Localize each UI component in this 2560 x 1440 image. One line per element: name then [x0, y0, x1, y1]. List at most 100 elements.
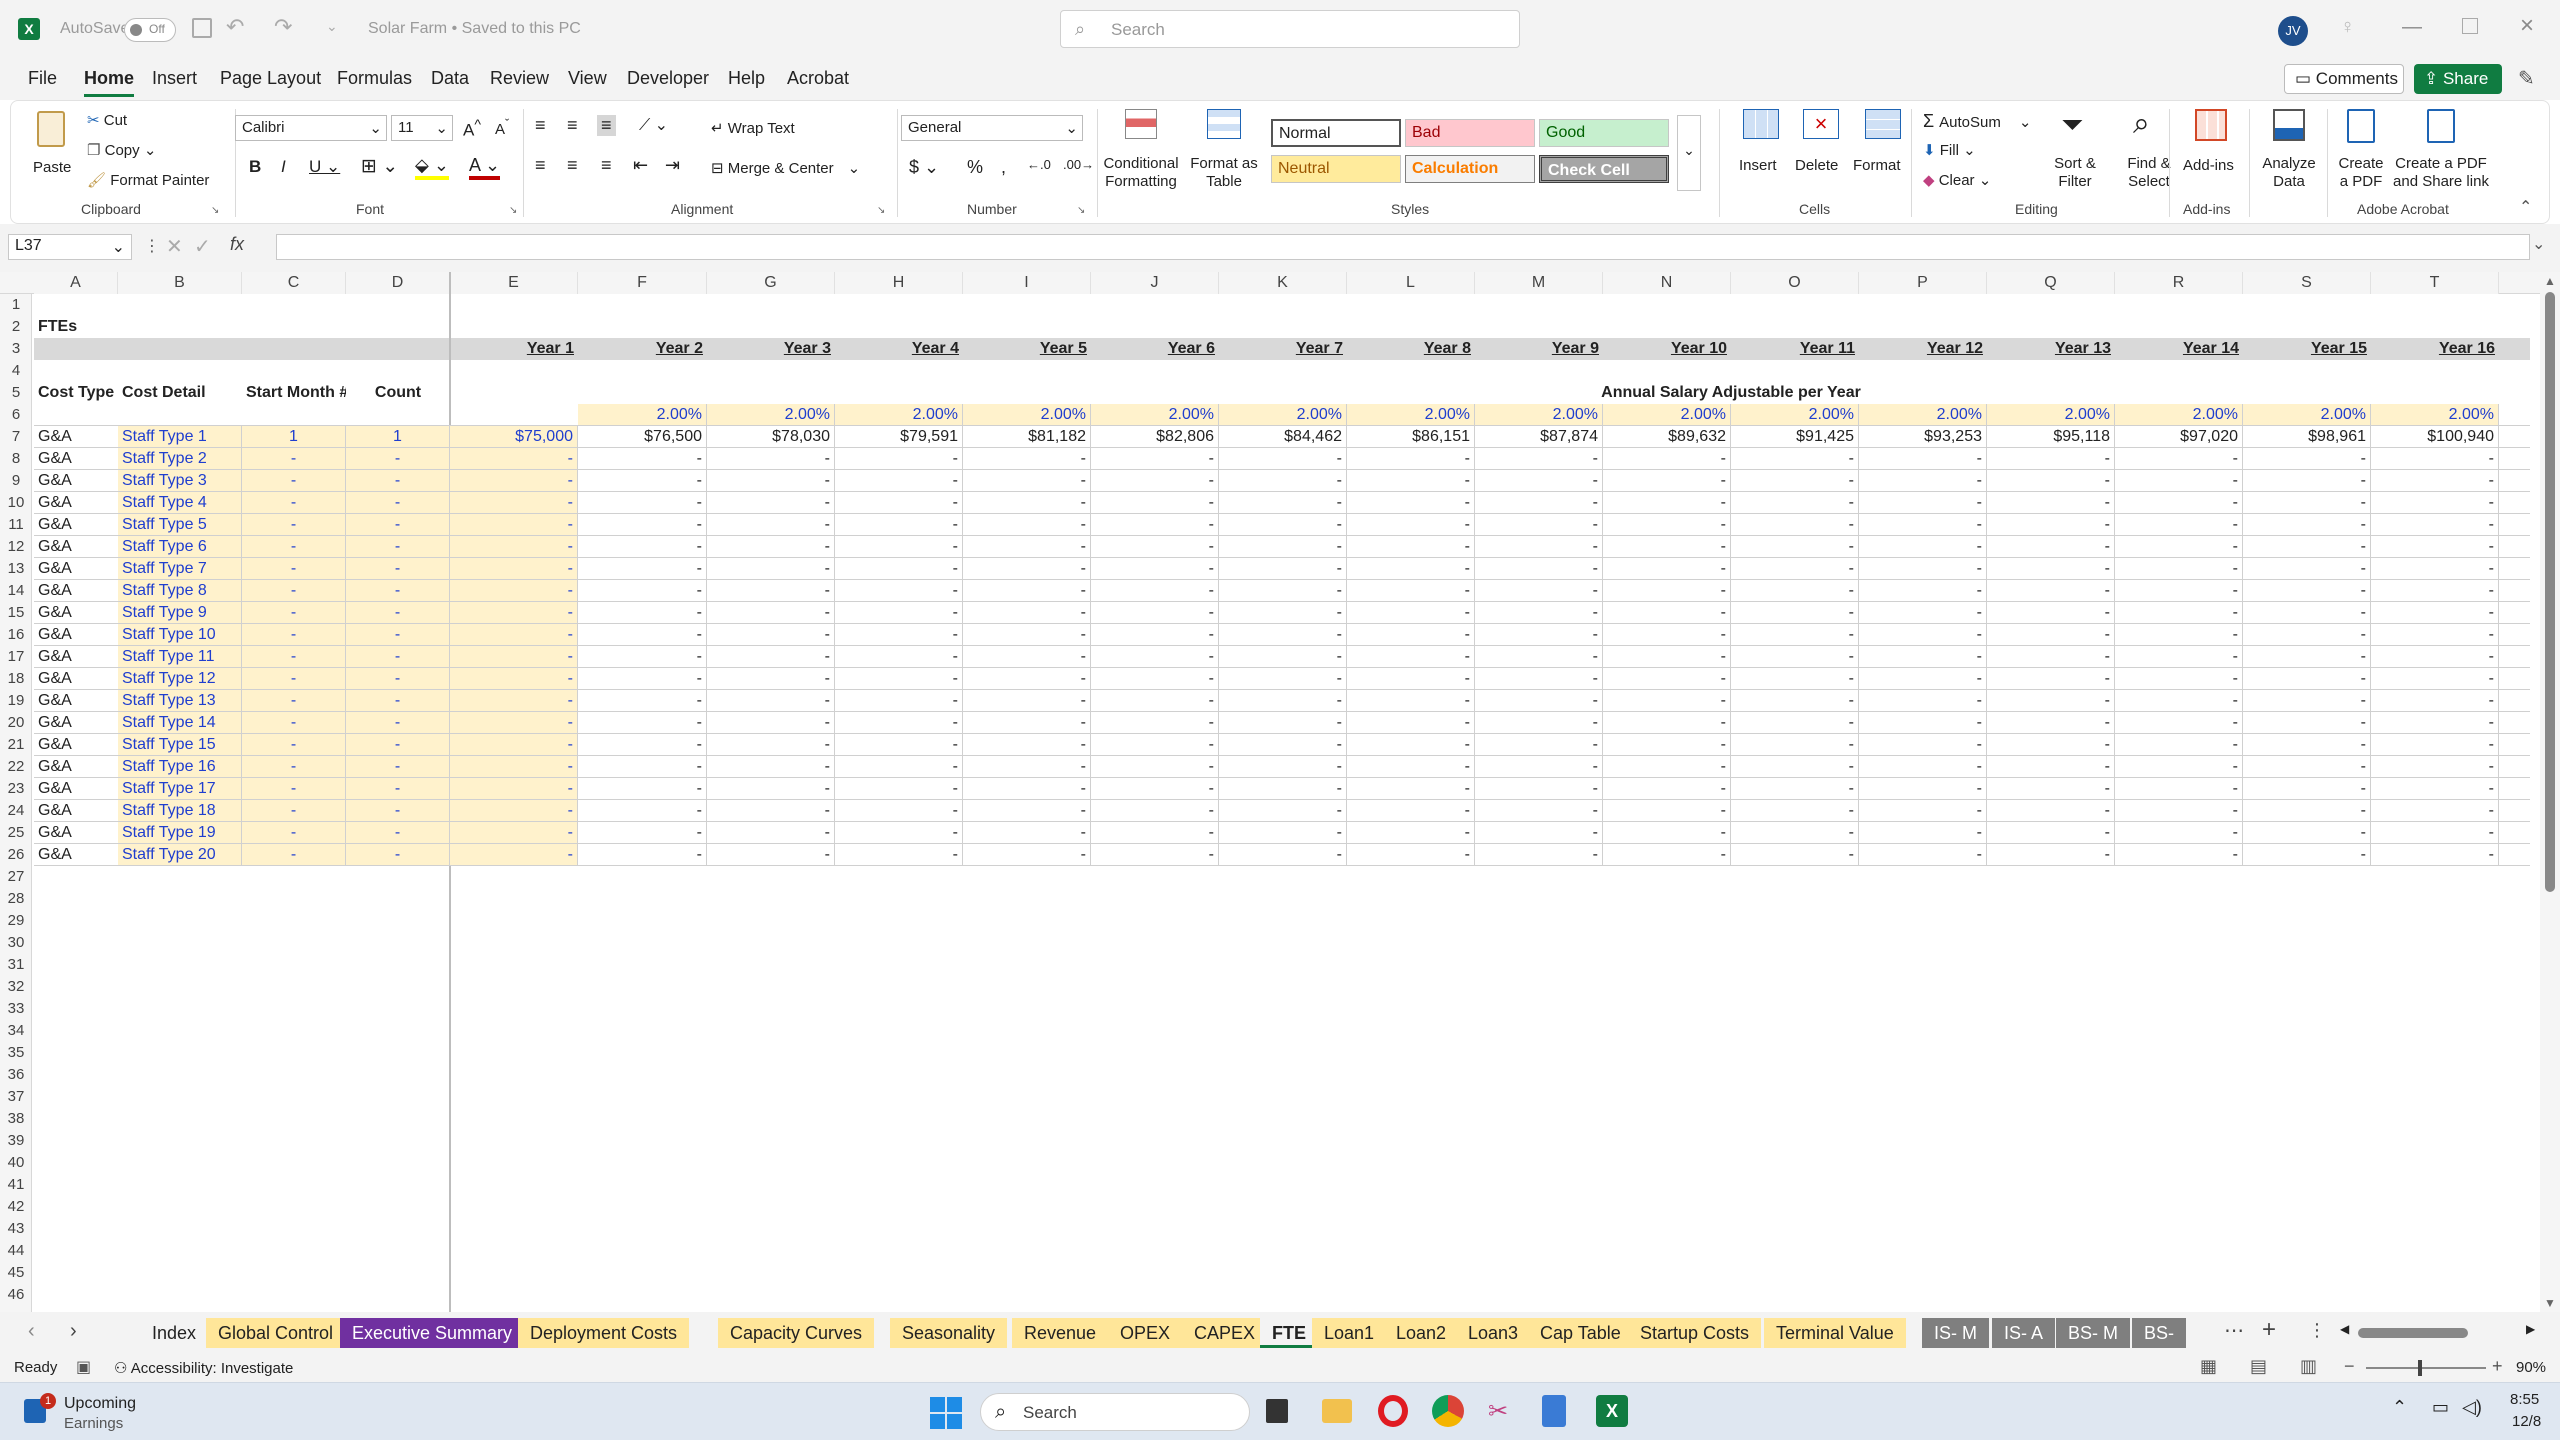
start-month-cell[interactable]: - [242, 558, 346, 580]
add-ins-button[interactable]: Add-ins [2177, 105, 2243, 201]
salary-cell[interactable]: $78,030 [707, 426, 835, 448]
salary-cell[interactable]: - [1475, 800, 1603, 822]
salary-cell[interactable]: - [2371, 624, 2499, 646]
salary-cell[interactable]: - [707, 822, 835, 844]
style-check-cell[interactable]: Check Cell [1539, 155, 1669, 183]
salary-cell[interactable]: - [1731, 668, 1859, 690]
start-month-cell[interactable]: - [242, 536, 346, 558]
salary-cell[interactable]: - [835, 800, 963, 822]
salary-cell[interactable]: - [578, 734, 707, 756]
salary-cell[interactable]: - [1091, 778, 1219, 800]
salary-cell[interactable]: - [1219, 624, 1347, 646]
salary-cell[interactable]: - [2243, 470, 2371, 492]
currency-icon[interactable]: $ ⌄ [909, 157, 939, 178]
menu-formulas[interactable]: Formulas [337, 68, 412, 89]
salary-cell[interactable]: - [1475, 646, 1603, 668]
start-month-cell[interactable]: - [242, 822, 346, 844]
salary-cell[interactable]: - [1475, 536, 1603, 558]
salary-cell[interactable]: - [1603, 448, 1731, 470]
cost-type-cell[interactable]: G&A [34, 448, 118, 470]
count-cell[interactable]: - [346, 690, 450, 712]
salary-cell[interactable]: - [2243, 580, 2371, 602]
chrome-icon[interactable] [1432, 1395, 1464, 1427]
clock-date[interactable]: 12/8 [2512, 1413, 2541, 1430]
salary-cell[interactable]: - [2115, 690, 2243, 712]
start-month-cell[interactable]: - [242, 756, 346, 778]
salary-cell[interactable]: - [835, 514, 963, 536]
scroll-tabs-right-icon[interactable]: › [70, 1320, 77, 1343]
salary-cell[interactable]: - [1859, 514, 1987, 536]
salary-cell[interactable]: - [963, 602, 1091, 624]
salary-cell[interactable]: - [1219, 822, 1347, 844]
salary-cell[interactable]: - [578, 470, 707, 492]
salary-cell[interactable]: - [1603, 558, 1731, 580]
more-sheets-icon[interactable]: ⋯ [2224, 1318, 2244, 1343]
cost-detail-cell[interactable]: Staff Type 20 [118, 844, 242, 866]
count-cell[interactable]: - [346, 800, 450, 822]
salary-cell[interactable]: - [450, 448, 578, 470]
sheet-tab[interactable]: OPEX [1108, 1318, 1183, 1348]
salary-cell[interactable]: - [1091, 756, 1219, 778]
salary-cell[interactable]: - [2243, 624, 2371, 646]
increase-decimal-icon[interactable]: ←.0 [1027, 157, 1051, 172]
salary-cell[interactable]: - [963, 690, 1091, 712]
sheet-title[interactable]: FTEs [34, 316, 242, 338]
cost-type-cell[interactable]: G&A [34, 668, 118, 690]
salary-cell[interactable]: - [2243, 844, 2371, 866]
salary-cell[interactable]: - [2243, 602, 2371, 624]
count-cell[interactable]: - [346, 778, 450, 800]
salary-cell[interactable]: $100,940 [2371, 426, 2499, 448]
salary-cell[interactable]: - [450, 580, 578, 602]
year-header[interactable]: Year 15 [2243, 338, 2371, 360]
styles-more-button[interactable]: ⌄ [1677, 115, 1701, 191]
salary-cell[interactable]: - [963, 734, 1091, 756]
start-month-cell[interactable]: - [242, 668, 346, 690]
salary-cell[interactable]: - [963, 800, 1091, 822]
paste-button[interactable]: Paste [31, 107, 71, 189]
salary-cell[interactable]: - [1219, 580, 1347, 602]
salary-cell[interactable]: - [2243, 712, 2371, 734]
menu-acrobat[interactable]: Acrobat [787, 68, 849, 89]
comments-button[interactable]: ▭ Comments [2284, 64, 2404, 94]
salary-cell[interactable]: - [835, 602, 963, 624]
salary-cell[interactable]: - [835, 646, 963, 668]
salary-cell[interactable]: - [1219, 800, 1347, 822]
salary-cell[interactable]: - [707, 844, 835, 866]
expand-formula-icon[interactable]: ⌄ [2532, 234, 2545, 254]
cost-type-cell[interactable]: G&A [34, 690, 118, 712]
salary-cell[interactable]: - [450, 470, 578, 492]
salary-cell[interactable]: - [707, 712, 835, 734]
salary-cell[interactable]: - [1603, 602, 1731, 624]
align-right-icon[interactable]: ≡ [601, 155, 612, 176]
salary-cell[interactable]: - [578, 646, 707, 668]
align-left-icon[interactable]: ≡ [535, 155, 546, 176]
salary-cell[interactable]: - [963, 778, 1091, 800]
salary-cell[interactable]: - [1859, 602, 1987, 624]
start-month-cell[interactable]: - [242, 800, 346, 822]
start-month-cell[interactable]: - [242, 624, 346, 646]
salary-cell[interactable]: - [1987, 844, 2115, 866]
salary-cell[interactable]: - [1475, 448, 1603, 470]
salary-cell[interactable]: - [1475, 822, 1603, 844]
salary-cell[interactable]: - [1987, 580, 2115, 602]
salary-cell[interactable]: - [1859, 580, 1987, 602]
salary-cell[interactable]: - [2371, 668, 2499, 690]
create-pdf-button[interactable]: Create a PDF [2333, 105, 2389, 201]
salary-cell[interactable]: - [578, 558, 707, 580]
salary-cell[interactable]: - [1091, 690, 1219, 712]
zoom-level[interactable]: 90% [2516, 1359, 2546, 1376]
salary-cell[interactable]: - [2243, 492, 2371, 514]
salary-cell[interactable]: - [835, 448, 963, 470]
salary-cell[interactable]: - [1859, 470, 1987, 492]
growth-rate-cell[interactable]: 2.00% [578, 404, 707, 426]
salary-cell[interactable]: - [450, 536, 578, 558]
annual-salary-header[interactable]: Annual Salary Adjustable per Year [1475, 382, 1987, 404]
salary-cell[interactable]: - [1859, 690, 1987, 712]
volume-icon[interactable]: ◁) [2462, 1397, 2482, 1418]
salary-cell[interactable]: - [1475, 580, 1603, 602]
customize-qat-icon[interactable]: ⌄ [326, 18, 338, 35]
salary-cell[interactable]: - [1987, 492, 2115, 514]
salary-cell[interactable]: - [450, 712, 578, 734]
salary-cell[interactable]: - [2371, 492, 2499, 514]
salary-cell[interactable]: - [835, 734, 963, 756]
